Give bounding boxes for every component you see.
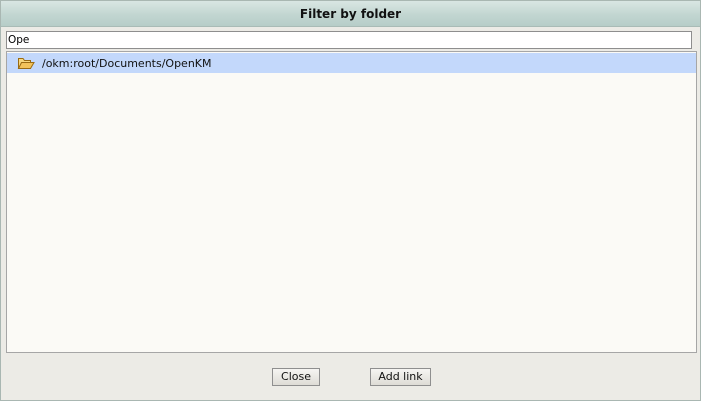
dialog-title[interactable]: Filter by folder: [1, 1, 700, 27]
close-button[interactable]: Close: [272, 368, 320, 386]
list-item[interactable]: /okm:root/Documents/OpenKM: [7, 53, 696, 73]
filter-by-folder-dialog: Filter by folder /okm:root/Documents/Ope…: [0, 0, 701, 401]
add-link-button[interactable]: Add link: [370, 368, 431, 386]
folder-results-list[interactable]: /okm:root/Documents/OpenKM: [6, 51, 697, 353]
folder-filter-input[interactable]: [6, 31, 692, 49]
folder-open-icon: [17, 56, 35, 70]
folder-path-label: /okm:root/Documents/OpenKM: [42, 57, 212, 70]
